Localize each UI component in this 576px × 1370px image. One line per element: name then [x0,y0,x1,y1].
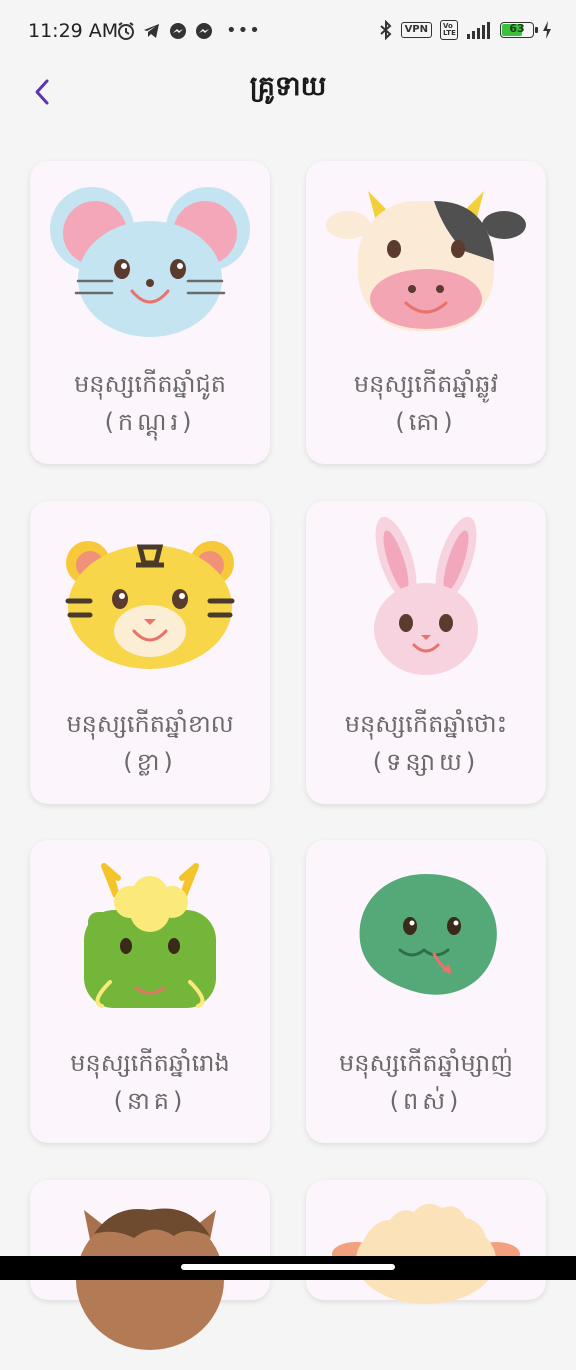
rabbit-icon [374,516,478,675]
more-notifications-icon: ••• [226,20,261,41]
vpn-badge: VPN [400,22,432,38]
snake-icon [359,874,497,995]
page-title: គ្រូទាយ [249,71,327,102]
home-gesture-handle[interactable] [181,1264,395,1270]
messenger-icon [170,22,186,39]
alarm-icon [118,21,134,40]
status-notification-icons: ••• [116,20,261,41]
goat-icon [332,1203,520,1304]
zodiac-card-rabbit[interactable]: មនុស្សកើតឆ្នាំថោះ (ទន្សាយ) [306,501,546,804]
zodiac-card-ox[interactable]: មនុស្សកើតឆ្នាំឆ្លូវ (គោ) [306,161,546,464]
zodiac-card-rat[interactable]: មនុស្សកើតឆ្នាំជូត (កណ្ដុរ) [30,161,270,464]
battery-level: 63 [509,22,525,35]
zodiac-animal: (ខ្លា) [123,748,177,776]
tiger-icon [65,541,235,669]
zodiac-card-horse[interactable] [30,1180,270,1350]
zodiac-title: មនុស្សកើតឆ្នាំជូត [74,370,226,398]
signal-icon [467,22,490,39]
system-navigation-bar [0,1256,576,1280]
zodiac-animal: (នាគ) [113,1087,187,1115]
zodiac-animal: (កណ្ដុរ) [104,408,196,436]
zodiac-title: មនុស្សកើតឆ្នាំម្សាញ់ [339,1049,513,1077]
zodiac-animal: (គោ) [395,408,457,436]
zodiac-title: មនុស្សកើតឆ្នាំរោង [70,1049,230,1077]
app-header: គ្រូទាយ [0,64,576,120]
zodiac-title: មនុស្សកើតឆ្នាំថោះ [344,710,508,738]
telegram-icon [144,23,159,38]
status-system-icons: VPN Vo LTE 63 [379,20,552,40]
messenger-icon-2 [196,22,212,39]
status-time: 11:29 AM [28,20,119,42]
horse-icon [76,1208,224,1350]
ox-icon [326,191,526,331]
rat-icon [50,187,250,337]
charging-icon [543,21,551,39]
zodiac-animal: (ពស់) [389,1087,463,1115]
zodiac-title: មនុស្សកើតឆ្នាំឆ្លូវ [353,370,499,398]
dragon-icon [84,863,216,1008]
zodiac-card-snake[interactable]: មនុស្សកើតឆ្នាំម្សាញ់ (ពស់) [306,840,546,1143]
status-bar: 11:29 AM ••• VPN Vo LTE 63 [0,0,576,64]
zodiac-card-dragon[interactable]: មនុស្សកើតឆ្នាំរោង (នាគ) [30,840,270,1143]
zodiac-title: មនុស្សកើតឆ្នាំខាល [66,710,234,738]
bluetooth-icon [379,20,392,40]
zodiac-animal: (ទន្សាយ) [372,748,480,776]
zodiac-card-goat[interactable] [306,1180,546,1304]
volte-badge: Vo LTE [440,20,458,40]
zodiac-card-tiger[interactable]: មនុស្សកើតឆ្នាំខាល (ខ្លា) [30,501,270,804]
battery-icon: 63 [500,22,538,38]
